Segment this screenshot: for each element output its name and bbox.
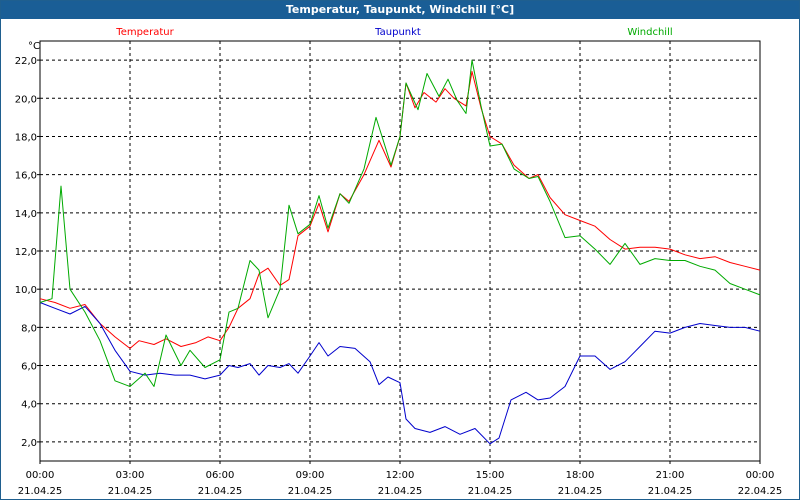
legend-item-taupunkt: Taupunkt bbox=[374, 27, 421, 38]
y-tick-label: 22,0 bbox=[15, 56, 37, 67]
x-tick-date: 22.04.25 bbox=[738, 486, 783, 497]
y-tick-label: 14,0 bbox=[15, 209, 37, 220]
x-tick-date: 21.04.25 bbox=[198, 486, 243, 497]
y-tick-label: 20,0 bbox=[15, 94, 37, 105]
chart-window: Temperatur, Taupunkt, Windchill [°C] °C … bbox=[0, 0, 800, 500]
x-tick-time: 12:00 bbox=[386, 470, 415, 481]
line-chart: °C 2,04,06,08,010,012,014,016,018,020,02… bbox=[15, 27, 783, 497]
x-tick-time: 00:00 bbox=[746, 470, 775, 481]
x-tick-date: 21.04.25 bbox=[648, 486, 693, 497]
y-tick-label: 4,0 bbox=[21, 400, 37, 411]
x-tick-time: 09:00 bbox=[296, 470, 325, 481]
x-axis: 00:00 21.04.25 03:00 21.04.25 06:00 21.04.25 0… bbox=[18, 461, 783, 497]
y-axis: 2,0 4,0 6,0 8,0 10,0 12,0 14,0 16,0 18,0 20,0 22,0 bbox=[15, 56, 40, 449]
x-tick-date: 21.04.25 bbox=[378, 486, 423, 497]
legend-item-temperatur: Temperatur bbox=[115, 27, 174, 38]
y-tick-label: 12,0 bbox=[15, 247, 37, 258]
y-axis-unit: °C bbox=[28, 41, 40, 52]
y-tick-label: 10,0 bbox=[15, 285, 37, 296]
x-tick-time: 06:00 bbox=[206, 470, 235, 481]
x-tick-time: 00:00 bbox=[26, 470, 55, 481]
legend-item-windchill: Windchill bbox=[627, 27, 672, 38]
legend: Temperatur Taupunkt Windchill bbox=[115, 27, 672, 38]
y-tick-label: 8,0 bbox=[21, 323, 37, 334]
x-tick-date: 21.04.25 bbox=[288, 486, 333, 497]
y-tick-label: 6,0 bbox=[21, 362, 37, 373]
x-tick-time: 03:00 bbox=[116, 470, 145, 481]
y-tick-label: 18,0 bbox=[15, 132, 37, 143]
x-tick-date: 21.04.25 bbox=[468, 486, 513, 497]
x-tick-time: 18:00 bbox=[566, 470, 595, 481]
x-tick-date: 21.04.25 bbox=[18, 486, 63, 497]
y-tick-label: 16,0 bbox=[15, 171, 37, 182]
x-tick-date: 21.04.25 bbox=[558, 486, 603, 497]
x-tick-date: 21.04.25 bbox=[108, 486, 153, 497]
y-tick-label: 2,0 bbox=[21, 438, 37, 449]
x-tick-time: 15:00 bbox=[476, 470, 505, 481]
x-tick-time: 21:00 bbox=[656, 470, 685, 481]
